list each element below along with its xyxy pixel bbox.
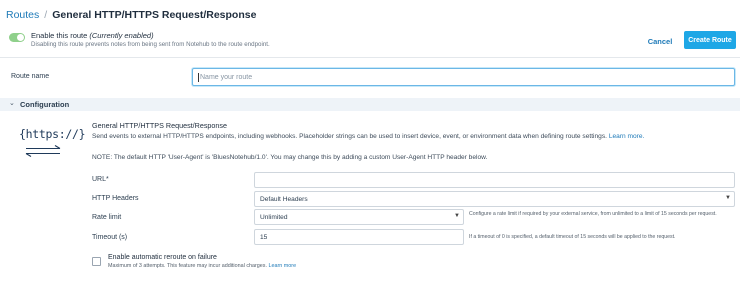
- reroute-learn-more-link[interactable]: Learn more: [269, 263, 297, 269]
- rate-limit-label: Rate limit: [92, 214, 122, 221]
- enable-route-description: Disabling this route prevents notes from…: [31, 41, 270, 48]
- route-name-placeholder: Name your route: [200, 73, 253, 81]
- enable-route-status: (Currently enabled): [89, 31, 154, 40]
- https-icon: {https://}: [19, 127, 86, 141]
- configuration-title: Configuration: [20, 100, 70, 109]
- route-name-input[interactable]: Name your route: [192, 68, 735, 86]
- exchange-arrows-icon: [25, 145, 61, 157]
- auto-reroute-checkbox[interactable]: [92, 257, 101, 266]
- timeout-label: Timeout (s): [92, 234, 128, 241]
- text-caret: [198, 72, 199, 82]
- route-type-description-text: Send events to external HTTP/HTTPS endpo…: [92, 133, 607, 140]
- route-type-title: General HTTP/HTTPS Request/Response: [92, 121, 228, 130]
- enable-route-title: Enable this route: [31, 31, 88, 40]
- breadcrumb-routes-link[interactable]: Routes: [6, 9, 39, 21]
- auto-reroute-description-text: Maximum of 3 attempts. This feature may …: [108, 263, 267, 269]
- http-headers-value: Default Headers: [260, 195, 308, 203]
- http-headers-label: HTTP Headers: [92, 195, 139, 202]
- toggle-knob: [17, 34, 24, 41]
- create-route-button[interactable]: Create Route: [684, 31, 736, 49]
- learn-more-link[interactable]: Learn more.: [609, 133, 645, 140]
- breadcrumb-separator: /: [44, 9, 48, 21]
- configuration-section-header[interactable]: [0, 98, 740, 111]
- chevron-down-icon: ▼: [725, 195, 731, 201]
- rate-limit-value: Unlimited: [260, 213, 288, 221]
- url-input[interactable]: [254, 172, 735, 188]
- page-title: General HTTP/HTTPS Request/Response: [52, 9, 257, 21]
- header-divider: [0, 57, 740, 58]
- breadcrumb: Routes / General HTTP/HTTPS Request/Respon…: [6, 9, 256, 21]
- route-type-description: Send events to external HTTP/HTTPS endpo…: [92, 133, 644, 140]
- timeout-input[interactable]: 15: [254, 229, 464, 245]
- route-name-label: Route name: [11, 73, 50, 80]
- timeout-hint: If a timeout of 0 is specified, a defaul…: [469, 234, 676, 240]
- chevron-down-icon: ▼: [454, 213, 460, 219]
- chevron-down-icon[interactable]: ⌄: [9, 99, 15, 107]
- rate-limit-hint: Configure a rate limit if required by yo…: [469, 211, 717, 217]
- rate-limit-select[interactable]: Unlimited ▼: [254, 209, 464, 225]
- url-label: URL*: [92, 176, 109, 183]
- enable-route-label: Enable this route (Currently enabled): [31, 31, 154, 40]
- enable-route-toggle[interactable]: [9, 33, 25, 42]
- user-agent-note: NOTE: The default HTTP 'User-Agent' is '…: [92, 154, 488, 161]
- auto-reroute-label: Enable automatic reroute on failure: [108, 254, 217, 261]
- cancel-button[interactable]: Cancel: [640, 34, 680, 48]
- http-headers-select[interactable]: Default Headers ▼: [254, 191, 735, 207]
- auto-reroute-description: Maximum of 3 attempts. This feature may …: [108, 263, 296, 269]
